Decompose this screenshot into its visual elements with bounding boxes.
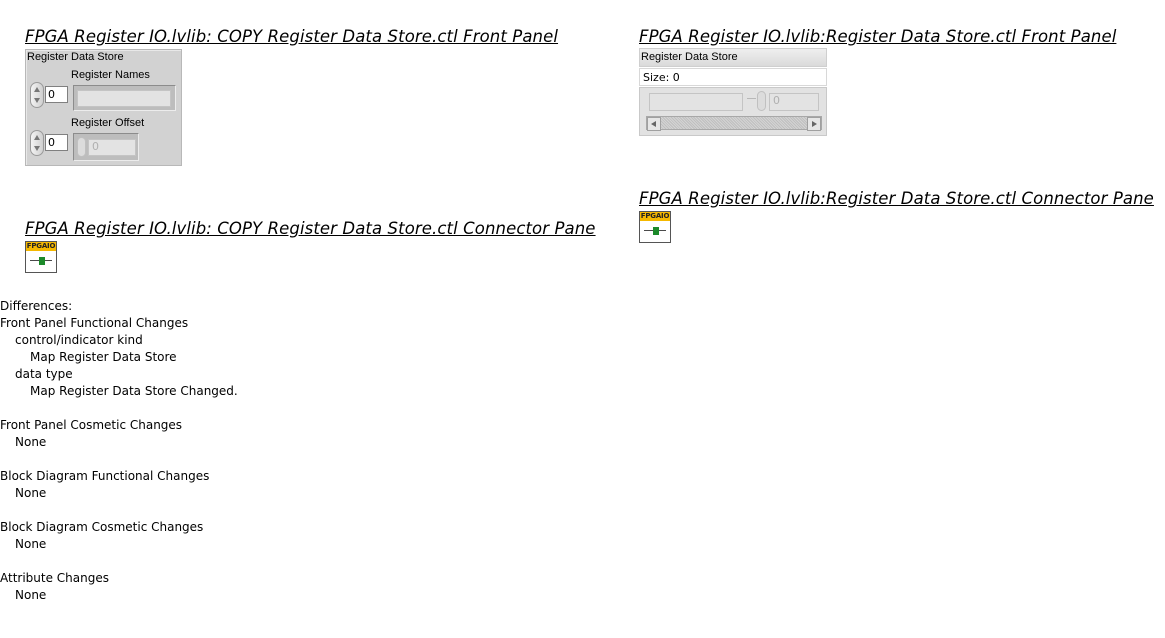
map-value-spinner[interactable] bbox=[757, 91, 766, 111]
map-element-frame: 0 bbox=[639, 87, 827, 136]
fp-functional-detail: Map Register Data Store Changed. bbox=[30, 384, 238, 398]
icon-wire bbox=[28, 256, 54, 265]
scroll-left-arrow-icon[interactable] bbox=[647, 117, 661, 131]
register-names-index-spinner[interactable] bbox=[30, 82, 44, 108]
differences-report: Differences: Front Panel Functional Chan… bbox=[0, 298, 238, 604]
map-label: Register Data Store bbox=[639, 48, 827, 67]
right-connector-pane-heading: FPGA Register IO.lvlib:Register Data Sto… bbox=[639, 189, 1154, 208]
icon-banner: FPGAIO bbox=[26, 242, 56, 251]
fp-functional-detail: Map Register Data Store bbox=[30, 350, 177, 364]
attribute-changes-value: None bbox=[15, 588, 47, 602]
map-size-display: Size: 0 bbox=[639, 68, 827, 86]
register-offset-label: Register Offset bbox=[71, 117, 145, 129]
map-value-field[interactable]: 0 bbox=[769, 93, 819, 111]
fp-cosmetic-heading: Front Panel Cosmetic Changes bbox=[0, 418, 183, 432]
scroll-right-arrow-icon[interactable] bbox=[807, 117, 821, 131]
register-names-index-input[interactable]: 0 bbox=[45, 86, 68, 103]
register-names-label: Register Names bbox=[71, 69, 150, 81]
attribute-changes-heading: Attribute Changes bbox=[0, 571, 109, 585]
map-scrollbar[interactable] bbox=[646, 116, 822, 131]
icon-wire bbox=[642, 226, 668, 235]
map-key-field[interactable] bbox=[649, 93, 743, 111]
fp-functional-heading: Front Panel Functional Changes bbox=[0, 316, 189, 330]
differences-title: Differences: bbox=[0, 299, 73, 313]
bd-cosmetic-heading: Block Diagram Cosmetic Changes bbox=[0, 520, 204, 534]
register-offset-element-spinner[interactable] bbox=[77, 137, 86, 157]
register-data-store-cluster[interactable]: Register Data Store Register Names 0 Reg… bbox=[25, 49, 182, 166]
register-names-array-frame bbox=[73, 85, 176, 111]
bd-functional-heading: Block Diagram Functional Changes bbox=[0, 469, 210, 483]
register-offset-element-field[interactable]: 0 bbox=[88, 139, 136, 156]
left-connector-pane-heading: FPGA Register IO.lvlib: COPY Register Da… bbox=[25, 219, 596, 238]
fp-cosmetic-value: None bbox=[15, 435, 47, 449]
fpga-io-connector-icon: FPGAIO bbox=[639, 211, 671, 243]
fp-functional-item: control/indicator kind bbox=[15, 333, 143, 347]
left-front-panel-heading: FPGA Register IO.lvlib: COPY Register Da… bbox=[25, 27, 559, 46]
cluster-label: Register Data Store bbox=[27, 51, 124, 63]
register-names-element-field[interactable] bbox=[77, 90, 171, 107]
register-data-store-map[interactable]: Register Data Store Size: 0 0 bbox=[639, 48, 827, 136]
fp-functional-item: data type bbox=[15, 367, 73, 381]
bd-functional-value: None bbox=[15, 486, 47, 500]
right-front-panel-heading: FPGA Register IO.lvlib:Register Data Sto… bbox=[639, 27, 1117, 46]
register-offset-array-frame: 0 bbox=[73, 133, 139, 161]
icon-banner: FPGAIO bbox=[640, 212, 670, 221]
register-offset-index-spinner[interactable] bbox=[30, 130, 44, 156]
bd-cosmetic-value: None bbox=[15, 537, 47, 551]
fpga-io-connector-icon: FPGAIO bbox=[25, 241, 57, 273]
map-arrow bbox=[747, 98, 756, 99]
register-offset-index-input[interactable]: 0 bbox=[45, 134, 68, 151]
